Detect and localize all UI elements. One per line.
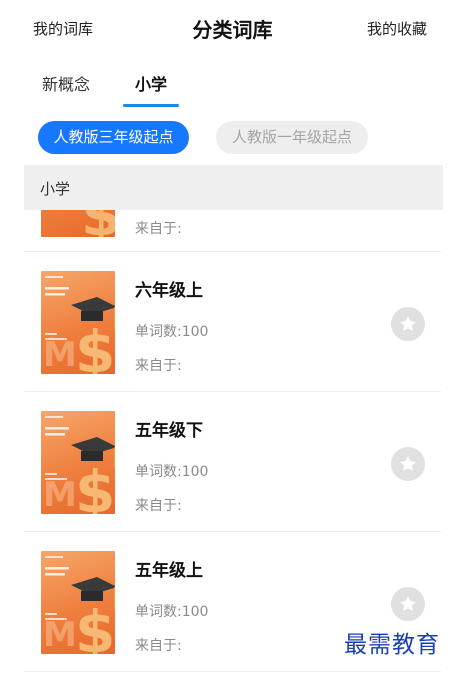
favorite-star-icon[interactable]: [391, 447, 425, 481]
wordbook-list: $ 来自于: M $ 六年级上 单词数:100 来自于:: [0, 210, 465, 674]
source-label: 来自于:: [135, 358, 182, 374]
tab-new-concept[interactable]: 新概念: [42, 71, 90, 95]
wordbook-title: 五年级上: [135, 561, 203, 581]
source-label: 来自于:: [135, 638, 182, 654]
list-item[interactable]: M $ 五年级下 单词数:100 来自于:: [24, 392, 441, 532]
svg-text:$: $: [81, 210, 115, 237]
svg-text:$: $: [75, 318, 115, 374]
category-tabs: 新概念 小学: [0, 60, 465, 110]
word-count: 单词数:100: [135, 604, 209, 620]
tab-primary-school[interactable]: 小学: [135, 71, 167, 95]
chip-pep-grade3-start[interactable]: 人教版三年级起点: [38, 121, 189, 154]
favorite-star-icon[interactable]: [391, 307, 425, 341]
wordbook-title: 五年级下: [135, 421, 203, 441]
word-count: 单词数:100: [135, 324, 209, 340]
my-favorites-link[interactable]: 我的收藏: [367, 18, 427, 39]
book-cover-image: M $: [41, 271, 115, 374]
list-item[interactable]: $ 来自于:: [24, 210, 441, 252]
svg-text:M: M: [43, 475, 77, 514]
top-bar: 我的词库 分类词库 我的收藏: [0, 0, 465, 56]
list-item[interactable]: M $ 六年级上 单词数:100 来自于:: [24, 252, 441, 392]
book-cover-image: M $: [41, 411, 115, 514]
watermark: 最需教育: [344, 632, 440, 658]
section-header: 小学: [24, 165, 443, 210]
svg-text:$: $: [75, 458, 115, 514]
section-title: 小学: [40, 180, 71, 198]
book-cover-image: M $: [41, 551, 115, 654]
svg-text:$: $: [75, 598, 115, 654]
svg-text:M: M: [43, 615, 77, 654]
book-cover-image: $: [41, 210, 115, 237]
source-label: 来自于:: [135, 221, 182, 237]
favorite-star-icon[interactable]: [391, 587, 425, 621]
wordbook-title: 六年级上: [135, 281, 203, 301]
source-label: 来自于:: [135, 498, 182, 514]
divider: [24, 671, 441, 672]
chip-pep-grade1-start[interactable]: 人教版一年级起点: [216, 121, 368, 154]
svg-text:M: M: [43, 335, 77, 374]
word-count: 单词数:100: [135, 464, 209, 480]
active-tab-indicator: [123, 104, 179, 107]
